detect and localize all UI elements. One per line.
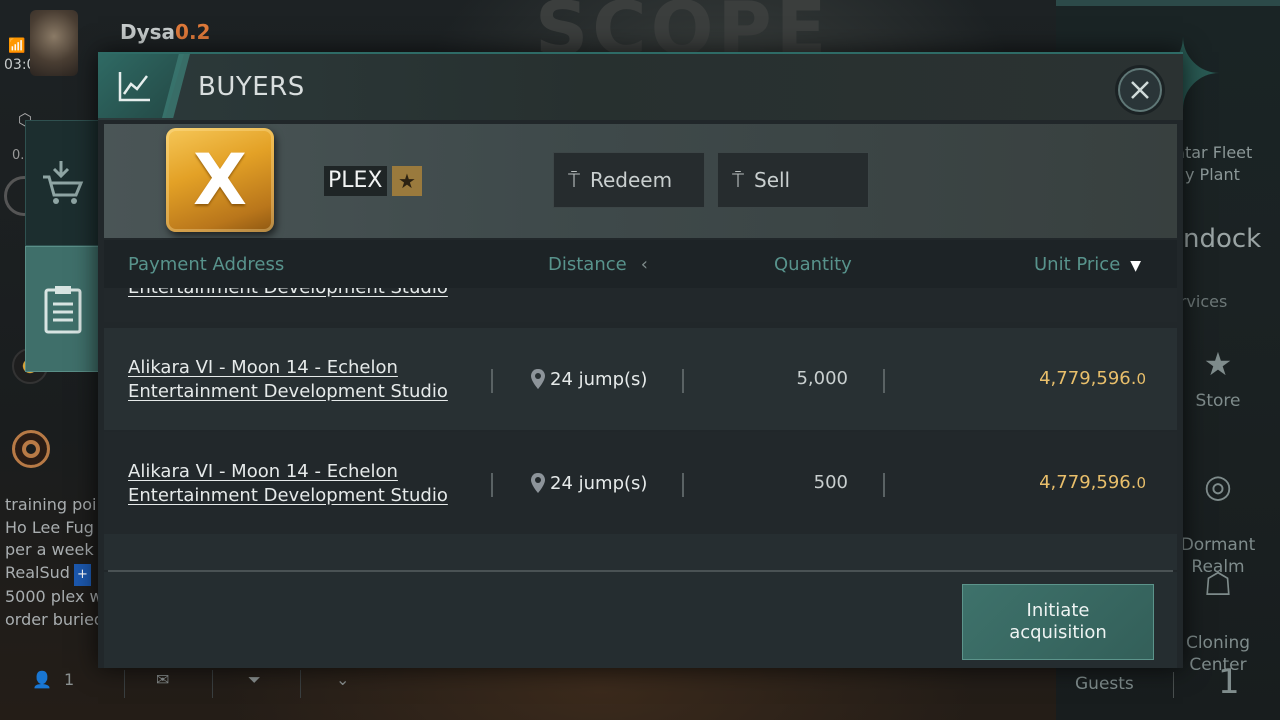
payment-address[interactable]: Entertainment Development Studio — [128, 288, 448, 300]
filter-icon[interactable]: ⏷ — [248, 670, 261, 690]
bottom-bar: 👤 1 ✉ ⏷ ⌄ — [0, 664, 1056, 704]
plus-icon: + — [73, 563, 91, 586]
chat-line: per a week r — [5, 540, 105, 559]
divider — [682, 473, 684, 497]
quantity: 500 — [813, 472, 848, 493]
unit-price: 4,779,596.0 — [1039, 368, 1146, 389]
store-button[interactable]: ★ Store — [1168, 344, 1268, 412]
dormant-realm-icon: ◎ — [1204, 467, 1232, 505]
distance: 24 jump(s) — [530, 472, 647, 494]
dialog-header: BUYERS — [98, 54, 1183, 120]
table-header: Payment Address Distance ‹ Quantity Unit … — [104, 240, 1177, 288]
divider — [883, 473, 885, 497]
guests-label: Guests — [1075, 674, 1134, 694]
clipboard-icon — [44, 286, 81, 334]
dialog-title: BUYERS — [198, 72, 305, 102]
player-name[interactable]: Dysa0.2 — [120, 20, 210, 44]
divider — [124, 670, 125, 698]
cloning-center-button[interactable]: ☖ Cloning Center — [1168, 542, 1268, 676]
divider — [300, 670, 301, 698]
sell-label: Sell — [754, 168, 791, 192]
divider — [212, 670, 213, 698]
chevron-down-icon[interactable]: ⌄ — [336, 670, 349, 689]
side-number: 0. — [12, 148, 25, 163]
chat-line: Ho Lee Fug — [5, 517, 94, 537]
avatar[interactable] — [30, 10, 78, 76]
chat-line: order buried — [5, 609, 105, 629]
buyers-dialog: BUYERS X PLEX ★ ⍑ Redeem ⍑ Sell Payment … — [98, 52, 1183, 668]
mail-icon[interactable]: ✉ — [156, 670, 169, 689]
store-icon: ★ — [1203, 345, 1233, 383]
redeem-button[interactable]: ⍑ Redeem — [553, 152, 705, 208]
plex-item-icon[interactable]: X — [166, 128, 274, 232]
divider — [491, 473, 493, 497]
target-icon[interactable] — [12, 430, 50, 468]
item-summary: X PLEX ★ ⍑ Redeem ⍑ Sell — [104, 124, 1177, 238]
close-button[interactable] — [1118, 68, 1162, 112]
initiate-acquisition-button[interactable]: Initiate acquisition — [962, 584, 1154, 660]
column-quantity[interactable]: Quantity — [774, 254, 852, 275]
table-row[interactable]: Alikara VI - Moon 14 - Echelon Entertain… — [104, 432, 1177, 534]
guests-count: 1 — [1218, 662, 1240, 702]
undock-button[interactable]: ndock — [1183, 224, 1261, 254]
chat-line: training poi — [5, 495, 97, 514]
left-tool-strip — [25, 120, 100, 372]
cloning-center-icon: ☖ — [1203, 565, 1233, 603]
divider — [491, 369, 493, 393]
chat-line: RealSud + — [5, 562, 105, 586]
sort-descending-icon: ▼ — [1130, 258, 1142, 274]
column-address[interactable]: Payment Address — [128, 254, 284, 275]
location-pin-icon — [531, 369, 545, 389]
chevron-left-icon: ‹ — [640, 254, 648, 275]
sell-button[interactable]: ⍑ Sell — [717, 152, 869, 208]
payment-address[interactable]: Alikara VI - Moon 14 - Echelon Entertain… — [128, 460, 448, 508]
security-status: 0.2 — [175, 20, 211, 44]
column-unit-price[interactable]: Unit Price ▼ — [1034, 254, 1141, 275]
column-distance[interactable]: Distance ‹ — [548, 254, 648, 275]
online-count: 1 — [64, 670, 75, 689]
sell-icon: ⍑ — [732, 168, 744, 192]
cart-download-icon — [42, 161, 83, 204]
orders-clipboard-button[interactable] — [25, 246, 100, 372]
divider — [682, 369, 684, 393]
empty-row — [104, 534, 1177, 570]
redeem-icon: ⍑ — [568, 168, 580, 192]
quantity: 5,000 — [796, 368, 848, 389]
item-name: PLEX — [324, 166, 387, 196]
chat-line: 5000 plex w — [5, 587, 103, 606]
market-cart-button[interactable] — [25, 120, 100, 246]
chat-log[interactable]: training poi Ho Lee Fug per a week r Rea… — [5, 494, 105, 631]
contacts-icon[interactable]: 👤 — [32, 670, 52, 689]
close-icon — [1131, 81, 1149, 99]
distance: 24 jump(s) — [530, 368, 647, 390]
location-pin-icon — [531, 473, 545, 493]
wifi-icon: 📶 — [8, 38, 26, 54]
table-row[interactable]: Alikara VI - Moon 14 - Echelon Entertain… — [104, 328, 1177, 430]
divider — [1173, 672, 1174, 698]
redeem-label: Redeem — [590, 168, 673, 192]
table-row[interactable]: Entertainment Development Studio — [104, 288, 1177, 322]
favorite-star-icon[interactable]: ★ — [392, 166, 422, 196]
buyer-list[interactable]: Entertainment Development Studio Alikara… — [104, 288, 1177, 570]
unit-price: 4,779,596.0 — [1039, 472, 1146, 493]
divider — [883, 369, 885, 393]
chart-icon — [118, 72, 150, 102]
payment-address[interactable]: Alikara VI - Moon 14 - Echelon Entertain… — [128, 356, 448, 404]
